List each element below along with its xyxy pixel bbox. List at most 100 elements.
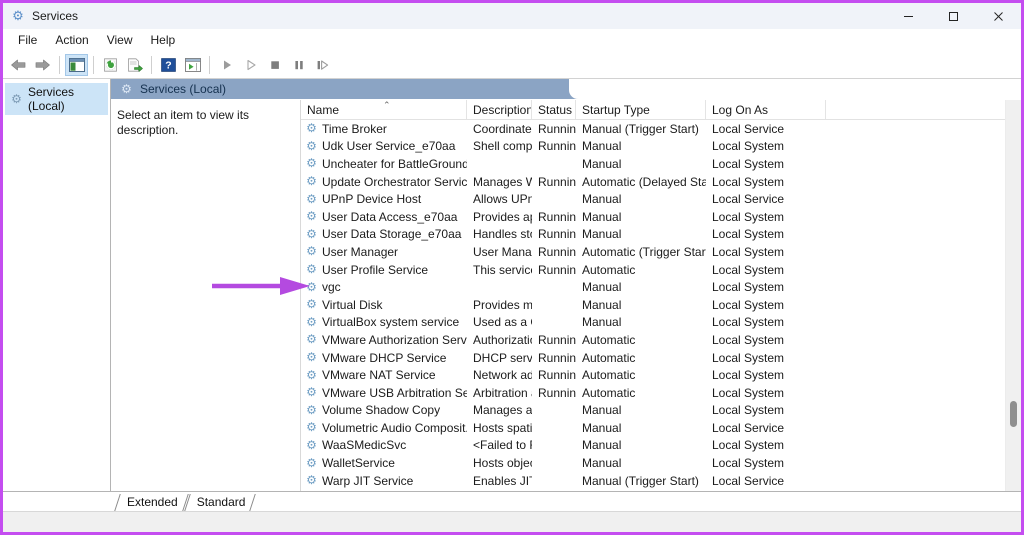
menu-item-view[interactable]: View — [98, 31, 142, 49]
cell-logon: Local Service — [712, 192, 785, 207]
cell-logon: Local Service — [712, 473, 785, 488]
cell-start: Manual — [582, 139, 622, 154]
services-gear-icon: ⚙ — [306, 139, 317, 153]
services-gear-icon: ⚙ — [306, 420, 317, 435]
toolbar-separator-3 — [151, 56, 152, 74]
resume-service-button[interactable] — [239, 54, 262, 76]
table-row[interactable]: ⚙ Warp JIT Service Enables JIT c... Manual … — [301, 472, 1021, 490]
refresh-button[interactable] — [99, 54, 122, 76]
table-row[interactable]: ⚙ Volume Shadow Copy Manages an... Manual Lo… — [301, 402, 1021, 420]
cell-start: Manual — [582, 438, 622, 453]
table-row[interactable]: ⚙ WaaSMedicSvc <Failed to R... Manual Local … — [301, 437, 1021, 455]
forward-button[interactable] — [31, 54, 54, 76]
table-row[interactable]: ⚙ WalletService Hosts object... Manual Local… — [301, 454, 1021, 472]
column-header-log-on-as[interactable]: Log On As — [706, 100, 826, 119]
minimize-button[interactable] — [886, 3, 931, 29]
cell-name: ⚙ User Manager — [301, 245, 467, 259]
table-row[interactable]: ⚙ VMware USB Arbitration Ser... Arbitratio… — [301, 384, 1021, 402]
export-list-icon — [127, 58, 143, 72]
forward-arrow-icon — [35, 59, 50, 71]
cell-name: ⚙ VMware NAT Service — [301, 368, 467, 382]
view-tabs: Extended Standard — [111, 491, 254, 511]
cell-desc: Shell compo... — [473, 139, 532, 154]
stop-service-button[interactable] — [263, 54, 286, 76]
cell-name: ⚙ UPnP Device Host — [301, 192, 467, 206]
column-header-name[interactable]: Name ⌃ — [301, 100, 467, 119]
pause-service-button[interactable] — [287, 54, 310, 76]
table-row[interactable]: ⚙ Volumetric Audio Composit... Hosts spati… — [301, 419, 1021, 437]
cell-status: Running — [538, 121, 576, 136]
table-row[interactable]: ⚙ vgc Manual Local System — [301, 278, 1021, 296]
cell-name: ⚙ User Data Storage_e70aa — [301, 227, 467, 241]
menu-item-action[interactable]: Action — [46, 31, 97, 49]
toolbar-separator-1 — [59, 56, 60, 74]
cell-desc: Used as a C... — [473, 315, 532, 330]
maximize-button[interactable] — [931, 3, 976, 29]
table-row[interactable]: ⚙ Udk User Service_e70aa Shell compo... Run… — [301, 138, 1021, 156]
cell-status: Running — [538, 262, 576, 277]
service-name-label: VirtualBox system service — [322, 315, 460, 330]
vertical-scrollbar-thumb[interactable] — [1010, 401, 1017, 427]
column-header-startup-type[interactable]: Startup Type — [576, 100, 706, 119]
column-header-status[interactable]: Status — [532, 100, 576, 119]
cell-name: ⚙ WaaSMedicSvc — [301, 438, 467, 452]
cell-logon: Local System — [712, 403, 785, 418]
table-row[interactable]: ⚙ User Data Storage_e70aa Handles stor... R… — [301, 226, 1021, 244]
services-gear-icon: ⚙ — [306, 315, 317, 329]
cell-status: Running — [538, 244, 576, 259]
vertical-scrollbar[interactable] — [1005, 100, 1021, 491]
cell-logon: Local Service — [712, 121, 785, 136]
show-action-pane-button[interactable] — [181, 54, 204, 76]
cell-start: Automatic — [582, 350, 636, 365]
pause-service-icon — [294, 61, 303, 70]
services-gear-icon: ⚙ — [12, 8, 24, 23]
table-row[interactable]: ⚙ UPnP Device Host Allows UPnP ... Manual Lo… — [301, 190, 1021, 208]
tree-node-label: Services (Local) — [28, 85, 75, 113]
menu-item-file[interactable]: File — [9, 31, 46, 49]
table-row[interactable]: ⚙ VMware DHCP Service DHCP servic... Runnin… — [301, 349, 1021, 367]
restart-service-button[interactable] — [311, 54, 334, 76]
cell-name: ⚙ VirtualBox system service — [301, 315, 467, 329]
table-row[interactable]: ⚙ Uncheater for BattleGround... Manual Loca… — [301, 155, 1021, 173]
help-button[interactable]: ? — [157, 54, 180, 76]
service-name-label: VMware Authorization Service — [322, 332, 467, 347]
table-row[interactable]: ⚙ VirtualBox system service Used as a C...… — [301, 314, 1021, 332]
cell-status: Running — [538, 209, 576, 224]
close-button[interactable] — [976, 3, 1021, 29]
tab-standard[interactable]: Standard — [187, 493, 255, 511]
cell-name: ⚙ VMware Authorization Service — [301, 333, 467, 347]
export-list-button[interactable] — [123, 54, 146, 76]
cell-desc: Network ad... — [473, 368, 532, 383]
table-row[interactable]: ⚙ Virtual Disk Provides ma... Manual Local S… — [301, 296, 1021, 314]
back-button[interactable] — [7, 54, 30, 76]
cell-desc: Enables JIT c... — [473, 473, 532, 488]
services-list-rows[interactable]: ⚙ Time Broker Coordinates ... Running Manual… — [301, 120, 1021, 491]
tree-node-services-local[interactable]: ⚙ Services (Local) — [5, 83, 108, 115]
table-row[interactable]: ⚙ User Data Access_e70aa Provides ap... Run… — [301, 208, 1021, 226]
tab-extended[interactable]: Extended — [117, 493, 187, 511]
column-header-description[interactable]: Description — [467, 100, 532, 119]
table-row[interactable]: ⚙ VMware NAT Service Network ad... Running A… — [301, 366, 1021, 384]
toolbar-separator-4 — [209, 56, 210, 74]
body-split: ⚙ Services (Local) ⚙ Services (Local) Se… — [3, 79, 1021, 491]
cell-name: ⚙ Volumetric Audio Composit... — [301, 421, 467, 435]
table-row[interactable]: ⚙ User Manager User Manag... Running Automat… — [301, 243, 1021, 261]
table-row[interactable]: ⚙ VMware Authorization Service Authorizati… — [301, 331, 1021, 349]
menu-item-help[interactable]: Help — [142, 31, 185, 49]
show-hide-console-tree-button[interactable] — [65, 54, 88, 76]
start-service-button[interactable] — [215, 54, 238, 76]
services-gear-icon: ⚙ — [306, 156, 317, 171]
title-bar: ⚙ Services — [3, 3, 1021, 29]
cell-logon: Local System — [712, 139, 785, 154]
table-row[interactable]: ⚙ Time Broker Coordinates ... Running Manual… — [301, 120, 1021, 138]
cell-start: Automatic — [582, 385, 636, 400]
cell-desc: Hosts spatial... — [473, 420, 532, 435]
table-row[interactable]: ⚙ User Profile Service This service i... Ru… — [301, 261, 1021, 279]
cell-desc: User Manag... — [473, 244, 532, 259]
table-row[interactable]: ⚙ Update Orchestrator Service Manages Wi..… — [301, 173, 1021, 191]
services-gear-icon: ⚙ — [306, 280, 317, 294]
list-column-headers: Name ⌃ Description Status Startup Type L… — [301, 100, 1021, 120]
cell-status: Running — [538, 174, 576, 189]
cell-desc: Hosts object... — [473, 456, 532, 471]
cell-start: Automatic — [582, 368, 636, 383]
